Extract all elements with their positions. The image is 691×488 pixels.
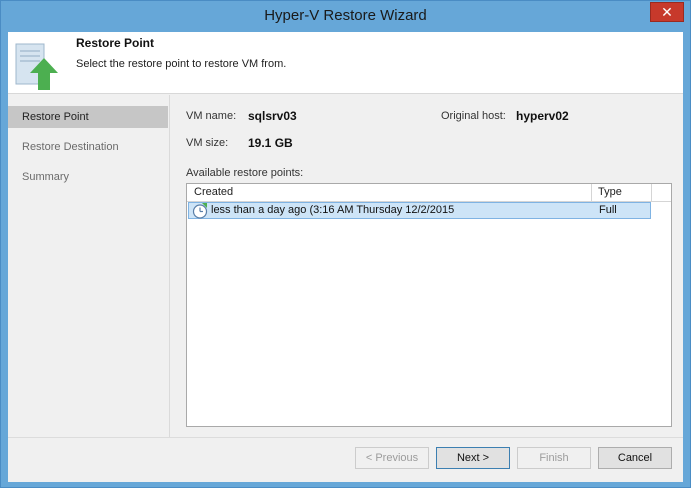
vm-name-value: sqlsrv03 [248, 109, 297, 123]
restore-points-label: Available restore points: [186, 167, 304, 179]
restore-point-clock-icon [192, 203, 208, 219]
column-header-type[interactable]: Type [592, 184, 652, 202]
wizard-window: Hyper-V Restore Wizard ✕ Restore Point S… [0, 0, 691, 488]
step-title: Restore Point [76, 36, 155, 50]
next-button[interactable]: Next > [436, 447, 510, 469]
window-title: Hyper-V Restore Wizard [264, 7, 427, 24]
restore-points-list[interactable]: Created Type less than a day ago (3:16 A… [186, 183, 672, 427]
wizard-header: Restore Point Select the restore point t… [8, 32, 683, 94]
step-summary[interactable]: Summary [8, 166, 168, 188]
restore-point-row[interactable]: less than a day ago (3:16 AM Thursday 12… [188, 202, 651, 219]
vm-size-label: VM size: [186, 137, 229, 149]
title-bar[interactable]: Hyper-V Restore Wizard ✕ [1, 1, 690, 32]
original-host-label: Original host: [441, 110, 506, 122]
step-restore-point[interactable]: Restore Point [8, 106, 168, 128]
restore-point-created: less than a day ago (3:16 AM Thursday 12… [211, 204, 455, 216]
step-restore-destination[interactable]: Restore Destination [8, 136, 168, 158]
restore-point-type: Full [599, 204, 617, 216]
finish-button[interactable]: Finish [517, 447, 591, 469]
wizard-footer: < Previous Next > Finish Cancel [8, 437, 683, 482]
wizard-steps-sidebar: Restore Point Restore Destination Summar… [8, 95, 170, 437]
column-header-created[interactable]: Created [187, 184, 592, 202]
wizard-client-area: Restore Point Select the restore point t… [8, 32, 683, 482]
close-button[interactable]: ✕ [650, 2, 684, 22]
step-description: Select the restore point to restore VM f… [76, 58, 287, 70]
restore-server-icon [15, 43, 58, 90]
list-header: Created Type [187, 184, 671, 202]
previous-button[interactable]: < Previous [355, 447, 429, 469]
vm-size-value: 19.1 GB [248, 136, 293, 150]
cancel-button[interactable]: Cancel [598, 447, 672, 469]
restore-point-panel: VM name: sqlsrv03 Original host: hyperv0… [171, 95, 683, 437]
original-host-value: hyperv02 [516, 109, 569, 123]
vm-name-label: VM name: [186, 110, 237, 122]
